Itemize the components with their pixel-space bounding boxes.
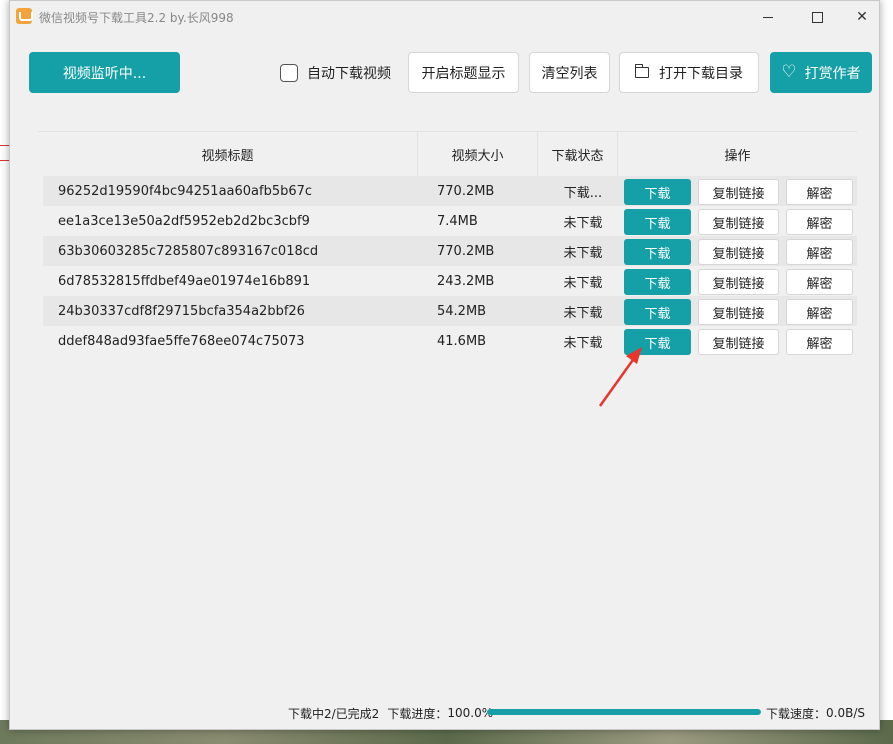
- row-size: 770.2MB: [437, 183, 495, 199]
- row-copy-link-button[interactable]: 复制链接: [698, 299, 779, 325]
- column-header-size: 视频大小: [418, 132, 538, 177]
- download-count-text: 下载中2/已完成2: [288, 706, 380, 721]
- row-title: 6d78532815ffdbef49ae01974e16b891: [58, 273, 311, 289]
- monitor-button[interactable]: 视频监听中...: [29, 52, 180, 93]
- maximize-icon: [811, 11, 823, 23]
- download-progress-bar: [487, 709, 761, 715]
- speed-label: 下载速度：: [766, 706, 827, 721]
- app-logo-icon: [16, 8, 33, 24]
- row-status: 未下载: [563, 245, 603, 261]
- row-download-button[interactable]: 下载: [624, 299, 691, 325]
- row-copy-link-button[interactable]: 复制链接: [698, 239, 779, 265]
- clear-list-button[interactable]: 清空列表: [529, 52, 610, 93]
- reward-author-label: 打赏作者: [804, 65, 861, 82]
- row-download-button[interactable]: 下载: [624, 269, 691, 295]
- row-title: ee1a3ce13e50a2df5952eb2d2bc3cbf9: [58, 213, 310, 229]
- reward-author-button[interactable]: ♡ 打赏作者: [770, 52, 872, 93]
- row-copy-link-button[interactable]: 复制链接: [698, 179, 779, 205]
- close-icon: ✕: [856, 9, 868, 25]
- row-size: 54.2MB: [437, 303, 487, 319]
- close-button[interactable]: ✕: [839, 1, 885, 33]
- row-status: 未下载: [563, 335, 603, 351]
- row-title: ddef848ad93fae5ffe768ee074c75073: [58, 333, 305, 349]
- row-status: 下载...: [563, 185, 603, 201]
- annotation-arrow: [598, 347, 642, 407]
- row-title: 24b30337cdf8f29715bcfa354a2bbf26: [58, 303, 305, 319]
- annotation-arrow-shaft: [598, 356, 637, 407]
- window-title: 微信视频号下载工具2.2 by.长风998: [39, 11, 234, 25]
- auto-download-label: 自动下载视频: [307, 66, 391, 82]
- row-status: 未下载: [563, 215, 603, 231]
- row-size: 7.4MB: [437, 213, 478, 229]
- row-copy-link-button[interactable]: 复制链接: [698, 329, 779, 355]
- download-progress-fill: [487, 709, 761, 715]
- row-copy-link-button[interactable]: 复制链接: [698, 209, 779, 235]
- table-row[interactable]: 63b30603285c7285807c893167c018cd 770.2MB 未…: [43, 236, 857, 266]
- video-table: 视频标题 视频大小 下载状态 操作 96252d19590f4bc94251aa…: [38, 131, 857, 355]
- heart-icon: ♡: [781, 62, 797, 82]
- row-decrypt-button[interactable]: 解密: [786, 239, 853, 265]
- row-size: 243.2MB: [437, 273, 495, 289]
- table-row[interactable]: 6d78532815ffdbef49ae01974e16b891 243.2MB 未…: [43, 266, 857, 296]
- row-decrypt-button[interactable]: 解密: [786, 299, 853, 325]
- minimize-icon: [763, 16, 773, 18]
- column-header-ops: 操作: [724, 149, 751, 164]
- row-decrypt-button[interactable]: 解密: [786, 209, 853, 235]
- title-display-button[interactable]: 开启标题显示: [408, 52, 519, 93]
- row-title: 96252d19590f4bc94251aa60afb5b67c: [58, 183, 313, 199]
- table-row[interactable]: ee1a3ce13e50a2df5952eb2d2bc3cbf9 7.4MB 未下载…: [43, 206, 857, 236]
- row-size: 41.6MB: [437, 333, 487, 349]
- row-copy-link-button[interactable]: 复制链接: [698, 269, 779, 295]
- row-download-button[interactable]: 下载: [624, 239, 691, 265]
- app-window: 微信视频号下载工具2.2 by.长风998 ✕ 视频监听中... 自动下载视频 …: [9, 0, 880, 730]
- row-decrypt-button[interactable]: 解密: [786, 179, 853, 205]
- row-decrypt-button[interactable]: 解密: [786, 329, 853, 355]
- row-size: 770.2MB: [437, 243, 495, 259]
- progress-label: 下载进度：: [387, 706, 448, 721]
- desktop-background-right: [880, 0, 893, 744]
- folder-icon: [634, 64, 649, 78]
- row-decrypt-button[interactable]: 解密: [786, 269, 853, 295]
- table-row[interactable]: 96252d19590f4bc94251aa60afb5b67c 770.2MB 下…: [43, 176, 857, 206]
- row-download-button[interactable]: 下载: [624, 179, 691, 205]
- title-bar[interactable]: 微信视频号下载工具2.2 by.长风998 ✕: [10, 1, 879, 33]
- open-download-dir-label: 打开下载目录: [659, 65, 743, 82]
- auto-download-checkbox[interactable]: [280, 64, 298, 82]
- auto-download-toggle[interactable]: 自动下载视频: [280, 62, 391, 84]
- table-row[interactable]: ddef848ad93fae5ffe768ee074c75073 41.6MB 未下…: [43, 326, 857, 356]
- row-download-button[interactable]: 下载: [624, 209, 691, 235]
- minimize-button[interactable]: [745, 1, 791, 33]
- row-status: 未下载: [563, 275, 603, 291]
- open-download-dir-button[interactable]: 打开下载目录: [619, 52, 759, 93]
- table-row[interactable]: 24b30337cdf8f29715bcfa354a2bbf26 54.2MB 未下…: [43, 296, 857, 326]
- column-header-title: 视频标题: [38, 132, 418, 177]
- column-header-status: 下载状态: [538, 132, 618, 177]
- row-download-button[interactable]: 下载: [624, 329, 691, 355]
- speed-value: 0.0B/S: [826, 706, 865, 720]
- status-bar: 下载中2/已完成2 下载进度： 100.0%: [288, 704, 493, 722]
- table-header: 视频标题 视频大小 下载状态 操作: [38, 131, 857, 177]
- row-title: 63b30603285c7285807c893167c018cd: [58, 243, 319, 259]
- maximize-button[interactable]: [794, 1, 840, 33]
- row-status: 未下载: [563, 305, 603, 321]
- speed-display: 下载速度： 0.0B/S: [766, 704, 865, 722]
